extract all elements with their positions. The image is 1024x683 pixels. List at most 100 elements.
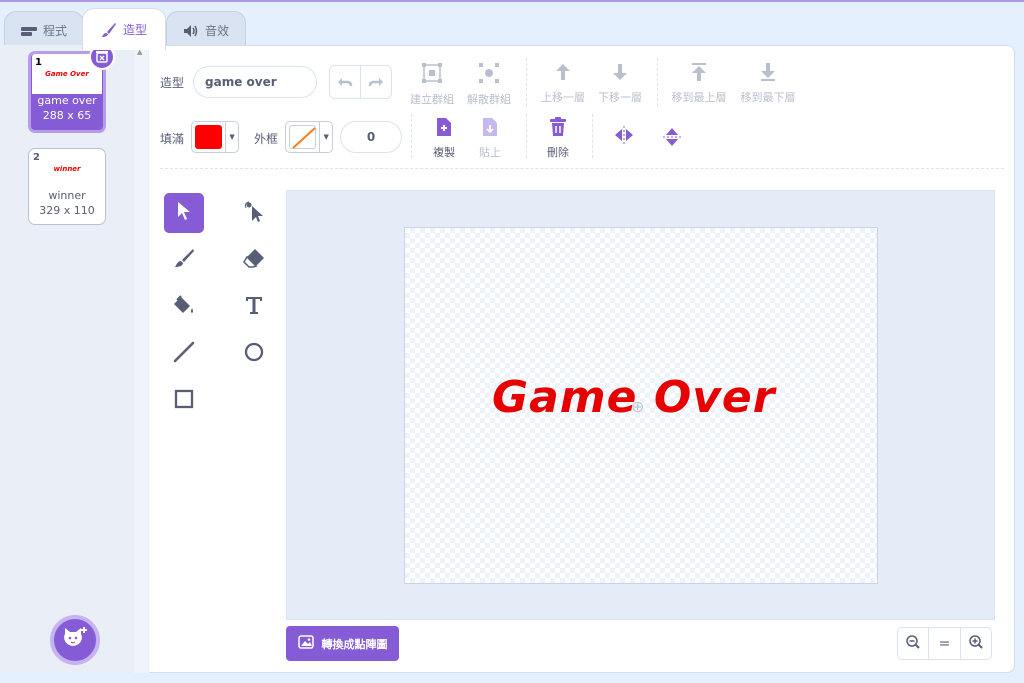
outline-label: 外框 [254,132,279,146]
costume-list [0,45,148,673]
costume-thumbnail: winner [29,149,105,189]
front-label: 移到最上層 [671,91,727,104]
undo-button[interactable] [330,66,361,98]
select-tool[interactable] [164,193,204,233]
paint-bucket-icon [172,294,196,320]
chevron-down-icon: ▼ [225,122,238,152]
brush-tool[interactable] [164,240,204,280]
text-tool[interactable] [234,287,274,327]
top-accent-line [0,0,1024,2]
zoom-out-button[interactable] [898,628,930,659]
thumbnail-text: Game Over [45,70,89,78]
circle-tool[interactable] [234,334,274,374]
copy-label: 複製 [433,146,455,159]
eraser-tool[interactable] [234,240,274,280]
zoom-in-button[interactable] [961,628,991,659]
code-icon [20,25,37,37]
paste-label: 貼上 [479,146,501,159]
tab-sounds[interactable]: 音效 [166,11,246,49]
tab-costumes[interactable]: 造型 [82,8,166,50]
select-arrow-icon [176,201,192,225]
zoom-in-icon [968,634,984,654]
convert-bitmap-label: 轉換成點陣圖 [321,637,388,651]
ungroup-button[interactable]: 解散群組 [465,62,513,107]
toolbar-divider [411,114,412,158]
rotation-center-icon: ⊕ [631,397,645,416]
outline-none-swatch [289,125,317,149]
rectangle-tool[interactable] [164,381,204,421]
choose-costume-button[interactable] [50,615,100,665]
costume-list-scrollbar[interactable] [134,45,148,673]
cat-add-icon [62,626,88,654]
costume-name-label: 造型 [160,76,185,90]
paste-icon [481,117,499,140]
brush-icon [101,22,117,38]
fill-label: 填滿 [160,132,185,146]
image-icon [297,635,314,652]
flip-horizontal-button[interactable] [612,126,636,147]
copy-icon [435,117,453,140]
flip-vertical-button[interactable] [660,126,684,151]
line-icon [173,341,195,367]
zoom-out-icon [905,634,921,654]
group-icon [421,62,443,87]
reshape-icon [243,200,265,226]
undo-icon [337,73,353,92]
delete-label: 刪除 [547,146,569,159]
fill-color-swatch [195,125,223,149]
flip-vertical-icon [663,126,681,151]
stroke-width-input[interactable]: 0 [340,121,402,153]
forward-button[interactable]: 上移一層 [539,62,587,105]
backward-button[interactable]: 下移一層 [596,62,644,105]
backward-label: 下移一層 [598,91,642,104]
zoom-controls: = [897,627,992,660]
costume-name: game over [37,94,97,107]
ungroup-icon [478,62,500,87]
toolbar-divider [526,58,527,106]
arrow-up-icon [553,62,573,85]
chevron-down-icon: ▼ [319,122,332,152]
group-label: 建立群組 [410,93,454,106]
tab-code[interactable]: 程式 [4,11,84,49]
costume-number: 1 [35,57,42,68]
circle-icon [244,342,264,366]
eraser-icon [243,247,265,273]
toolbar-divider [526,114,527,158]
copy-button[interactable]: 複製 [420,117,468,160]
costume-name-input[interactable]: game over [193,66,317,98]
group-button[interactable]: 建立群組 [408,62,456,107]
reshape-tool[interactable] [234,193,274,233]
redo-icon [368,73,384,92]
tab-costumes-label: 造型 [122,23,147,37]
undo-redo-group [329,65,392,99]
costume-size: 288 x 65 [42,109,92,122]
paste-button[interactable]: 貼上 [466,117,514,160]
costume-size: 329 x 110 [39,204,95,217]
line-tool[interactable] [164,334,204,374]
rectangle-icon [174,389,194,413]
zoom-reset-button[interactable]: = [929,628,961,659]
speaker-icon [183,24,199,38]
flip-horizontal-icon [613,126,635,147]
text-t-icon [244,295,264,319]
front-button[interactable]: 移到最上層 [669,62,729,105]
tab-code-label: 程式 [42,24,67,38]
outline-color-picker[interactable]: ▼ [285,121,333,153]
back-button[interactable]: 移到最下層 [738,62,798,105]
forward-label: 上移一層 [541,91,585,104]
delete-button[interactable]: 刪除 [534,117,582,160]
costume-name: winner [48,189,86,202]
redo-button[interactable] [361,66,391,98]
costume-item-2[interactable]: 2 winner winner 329 x 110 [28,148,106,225]
toolbar-divider [657,58,658,106]
convert-to-bitmap-button[interactable]: 轉換成點陣圖 [286,626,399,661]
trash-icon [549,117,567,140]
back-label: 移到最下層 [740,91,796,104]
ungroup-label: 解散群組 [467,93,511,106]
fill-color-picker[interactable]: ▼ [191,121,239,153]
costume-number: 2 [33,152,40,163]
tab-sounds-label: 音效 [204,24,229,38]
fill-tool[interactable] [164,287,204,327]
arrow-top-icon [689,62,709,85]
costume-item-1[interactable]: 1 Game Over game over 288 x 65 [28,44,115,133]
